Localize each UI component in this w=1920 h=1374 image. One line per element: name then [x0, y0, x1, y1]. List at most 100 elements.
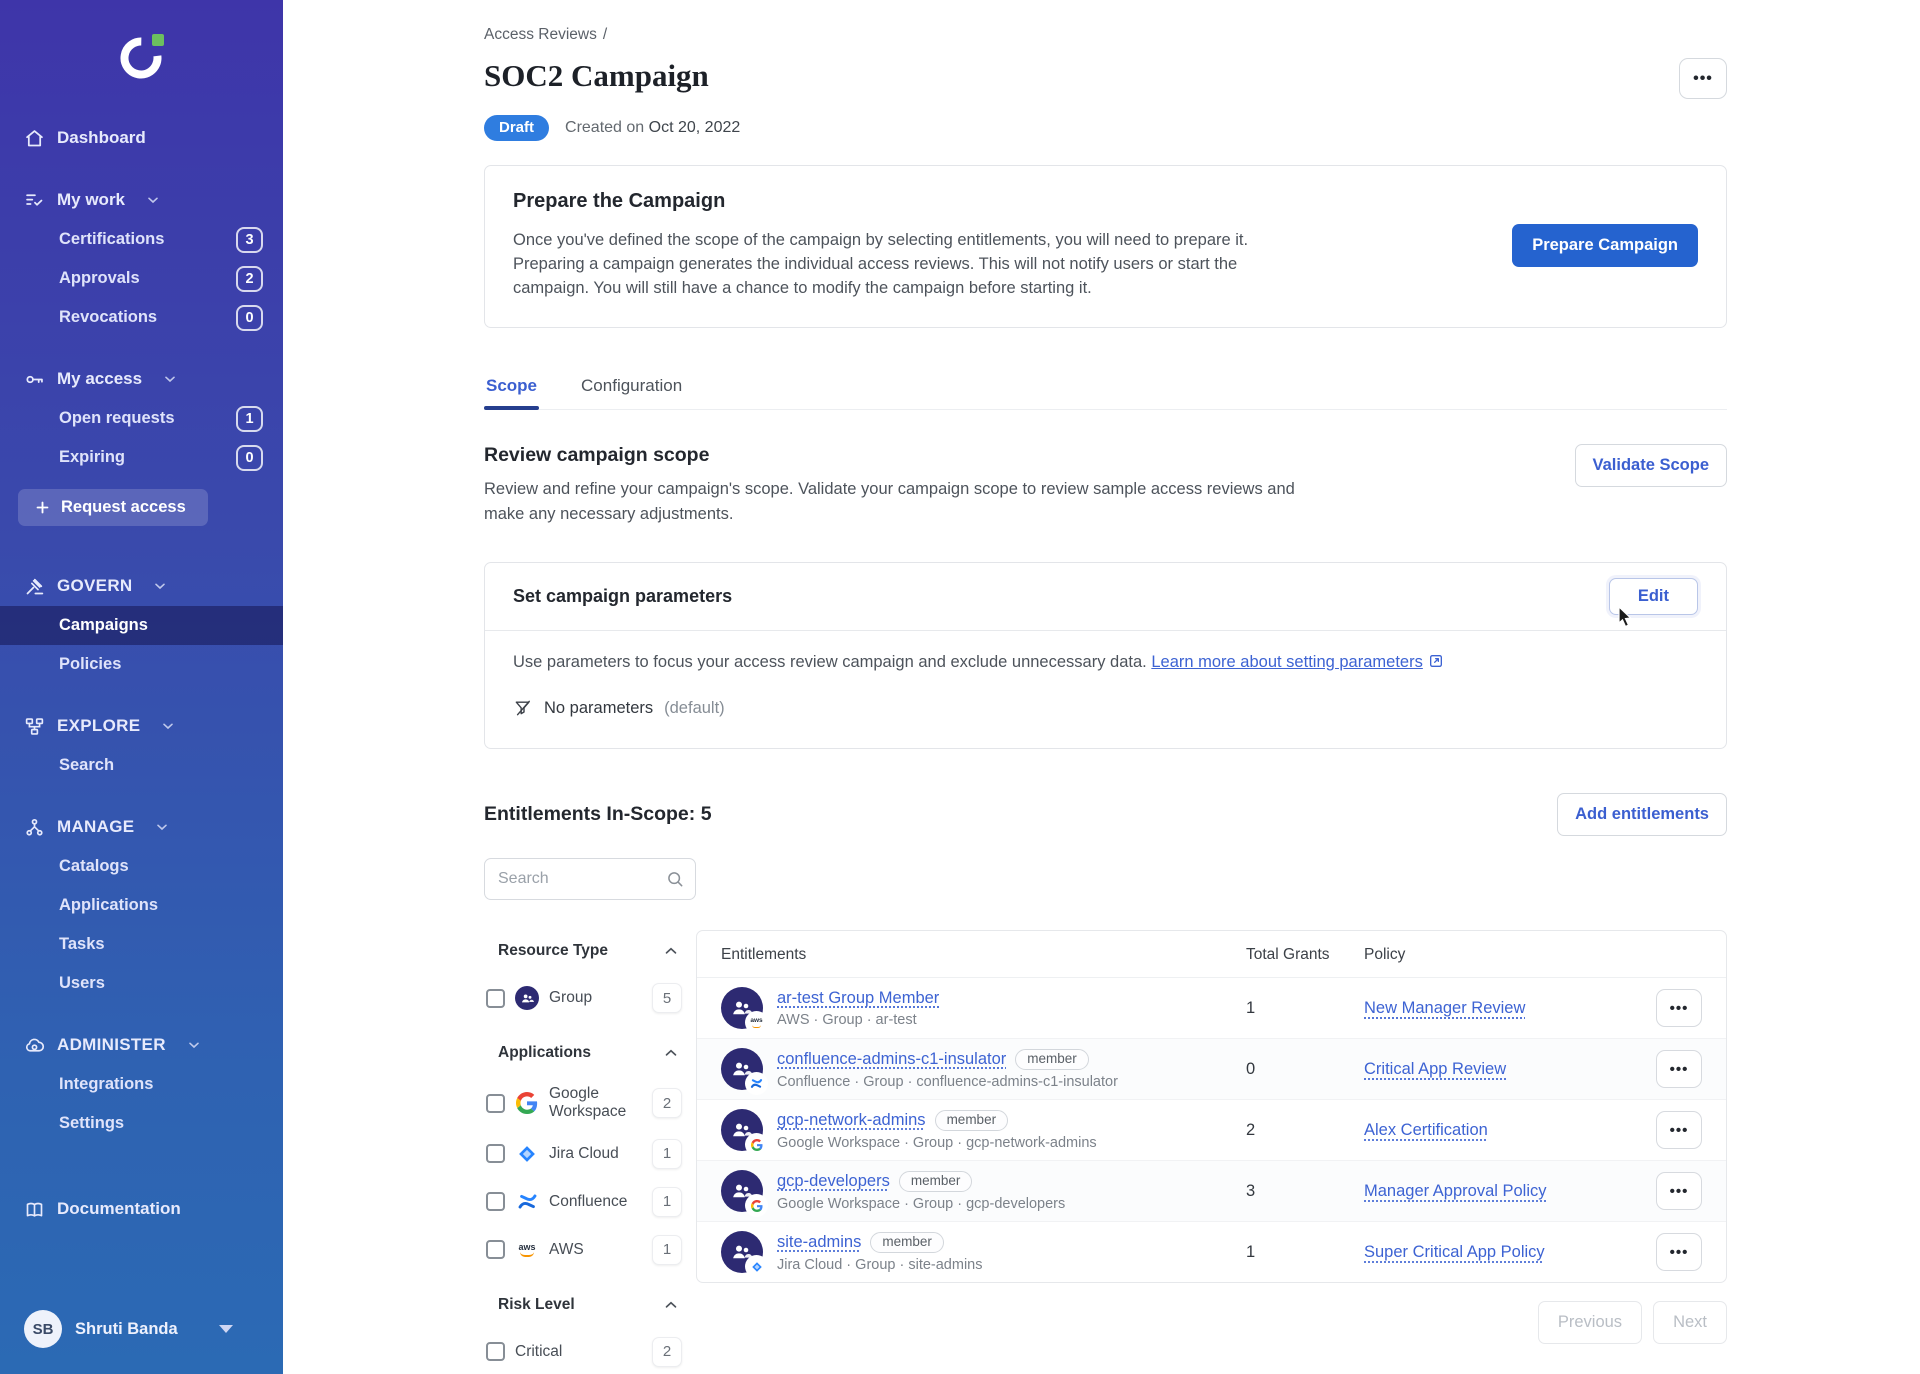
- entitlement-link[interactable]: ar-test Group Member: [777, 989, 939, 1008]
- policy-link[interactable]: Super Critical App Policy: [1364, 1243, 1632, 1262]
- count-badge: 3: [236, 226, 263, 253]
- sidebar-item-tasks[interactable]: Tasks: [0, 925, 283, 964]
- google-badge-icon: [747, 1135, 766, 1155]
- sidebar-item-applications[interactable]: Applications: [0, 886, 283, 925]
- sidebar-group-label: MANAGE: [57, 817, 135, 836]
- previous-page-button[interactable]: Previous: [1537, 1301, 1643, 1345]
- learn-more-link[interactable]: Learn more about setting parameters: [1151, 653, 1423, 671]
- prepare-campaign-button[interactable]: Prepare Campaign: [1512, 223, 1698, 267]
- filter-label: Confluence: [549, 1192, 628, 1210]
- entitlements-search: [484, 858, 696, 901]
- sidebar-group-govern[interactable]: GOVERN: [0, 566, 283, 606]
- checkbox-confluence[interactable]: [486, 1192, 505, 1212]
- sidebar-item-label: Policies: [59, 655, 122, 673]
- member-pill: member: [870, 1231, 944, 1253]
- external-link-icon: [1428, 653, 1444, 669]
- sidebar-item-policies[interactable]: Policies: [0, 645, 283, 684]
- entitlement-source: Google Workspace · Group · gcp-developer…: [777, 1195, 1066, 1212]
- sidebar-group-my-work[interactable]: My work: [0, 180, 283, 220]
- request-access-button[interactable]: Request access: [18, 489, 208, 526]
- sidebar-group-manage[interactable]: MANAGE: [0, 807, 283, 847]
- tasks-list-icon: [24, 190, 45, 211]
- policy-link[interactable]: Manager Approval Policy: [1364, 1182, 1632, 1201]
- policy-link[interactable]: Critical App Review: [1364, 1060, 1632, 1079]
- entitlement-link[interactable]: gcp-developers: [777, 1172, 890, 1191]
- total-grants-value: 1: [1246, 998, 1256, 1017]
- sidebar-item-integrations[interactable]: Integrations: [0, 1065, 283, 1104]
- entitlement-source: Google Workspace · Group · gcp-network-a…: [777, 1134, 1097, 1151]
- chevron-down-icon: [162, 371, 178, 387]
- sidebar-item-open-requests[interactable]: Open requests 1: [0, 399, 283, 438]
- sidebar-group-administer[interactable]: ADMINISTER: [0, 1025, 283, 1065]
- breadcrumb-separator: /: [602, 26, 608, 43]
- entitlement-link[interactable]: confluence-admins-c1-insulator: [777, 1050, 1006, 1069]
- entitlement-link[interactable]: site-admins: [777, 1233, 861, 1252]
- main-content: Access Reviews / SOC2 Campaign ••• Draft…: [283, 0, 1920, 1374]
- add-entitlements-button[interactable]: Add entitlements: [1557, 793, 1727, 837]
- sidebar-group-my-access[interactable]: My access: [0, 359, 283, 399]
- policy-link[interactable]: New Manager Review: [1364, 999, 1632, 1018]
- sidebar-item-users[interactable]: Users: [0, 964, 283, 1003]
- member-pill: member: [934, 1109, 1009, 1131]
- jira-icon: [515, 1142, 539, 1166]
- row-actions-menu-button[interactable]: •••: [1656, 989, 1702, 1028]
- checkbox-aws[interactable]: [486, 1240, 505, 1260]
- sidebar-item-dashboard[interactable]: Dashboard: [0, 118, 283, 158]
- sidebar-group-explore[interactable]: EXPLORE: [0, 706, 283, 746]
- filter-label: AWS: [549, 1240, 584, 1258]
- sidebar-item-label: Applications: [59, 896, 159, 914]
- sidebar-item-certifications[interactable]: Certifications 3: [0, 220, 283, 259]
- sidebar-item-label: Approvals: [59, 269, 140, 287]
- tab-configuration[interactable]: Configuration: [579, 368, 684, 409]
- chevron-up-icon[interactable]: [662, 1296, 680, 1314]
- sidebar-item-campaigns[interactable]: Campaigns: [0, 606, 283, 645]
- app-logo[interactable]: [0, 0, 283, 118]
- entitlements-table: Entitlements Total Grants Policy aws ar-…: [696, 930, 1727, 1284]
- checkbox-critical[interactable]: [486, 1342, 505, 1362]
- row-actions-menu-button[interactable]: •••: [1656, 1172, 1702, 1211]
- row-actions-menu-button[interactable]: •••: [1656, 1111, 1702, 1150]
- group-entitlement-icon: aws: [721, 987, 766, 1033]
- chevron-up-icon[interactable]: [662, 1044, 680, 1062]
- group-entitlement-icon: [721, 1048, 766, 1094]
- sidebar-item-revocations[interactable]: Revocations 0: [0, 298, 283, 337]
- edit-parameters-button[interactable]: Edit: [1608, 578, 1698, 628]
- sidebar-item-settings[interactable]: Settings: [0, 1104, 283, 1143]
- row-actions-menu-button[interactable]: •••: [1656, 1233, 1702, 1272]
- sidebar-item-search[interactable]: Search: [0, 746, 283, 785]
- member-pill: member: [898, 1170, 973, 1192]
- filter-count: 1: [652, 1186, 682, 1217]
- page-actions-menu-button[interactable]: •••: [1679, 58, 1727, 99]
- chevron-up-icon[interactable]: [662, 942, 680, 960]
- user-menu[interactable]: SB Shruti Banda: [0, 1292, 283, 1374]
- group-entitlement-icon: [721, 1231, 766, 1277]
- tab-bar: Scope Configuration: [484, 368, 1727, 410]
- search-icon: [665, 869, 685, 889]
- validate-scope-button[interactable]: Validate Scope: [1574, 443, 1727, 487]
- book-icon: [24, 1199, 45, 1220]
- sidebar-item-catalogs[interactable]: Catalogs: [0, 847, 283, 886]
- next-page-button[interactable]: Next: [1653, 1301, 1727, 1345]
- breadcrumb-access-reviews[interactable]: Access Reviews: [484, 26, 597, 44]
- mouse-cursor-icon: [1618, 606, 1632, 628]
- row-actions-menu-button[interactable]: •••: [1656, 1050, 1702, 1089]
- member-pill: member: [1015, 1048, 1089, 1070]
- tab-scope[interactable]: Scope: [484, 368, 540, 410]
- checkbox-jira-cloud[interactable]: [486, 1144, 505, 1164]
- checkbox-google-workspace[interactable]: [486, 1093, 505, 1113]
- filter-group-title: Risk Level: [498, 1295, 575, 1313]
- sidebar-item-label: Search: [59, 756, 115, 774]
- review-scope-title: Review campaign scope: [484, 443, 710, 466]
- policy-link[interactable]: Alex Certification: [1364, 1121, 1632, 1140]
- sidebar-item-documentation[interactable]: Documentation: [0, 1189, 283, 1229]
- checkbox-group[interactable]: [486, 988, 505, 1008]
- total-grants-value: 2: [1246, 1120, 1256, 1139]
- sidebar-item-label: Dashboard: [57, 128, 146, 147]
- sidebar-item-expiring[interactable]: Expiring 0: [0, 438, 283, 477]
- request-access-label: Request access: [61, 498, 186, 516]
- sidebar: Dashboard My work Certifications 3 Appro…: [0, 0, 283, 1374]
- filter-label: Jira Cloud: [549, 1144, 619, 1162]
- sidebar-item-approvals[interactable]: Approvals 2: [0, 259, 283, 298]
- sidebar-group-label: My access: [57, 369, 143, 388]
- entitlement-link[interactable]: gcp-network-admins: [777, 1111, 926, 1130]
